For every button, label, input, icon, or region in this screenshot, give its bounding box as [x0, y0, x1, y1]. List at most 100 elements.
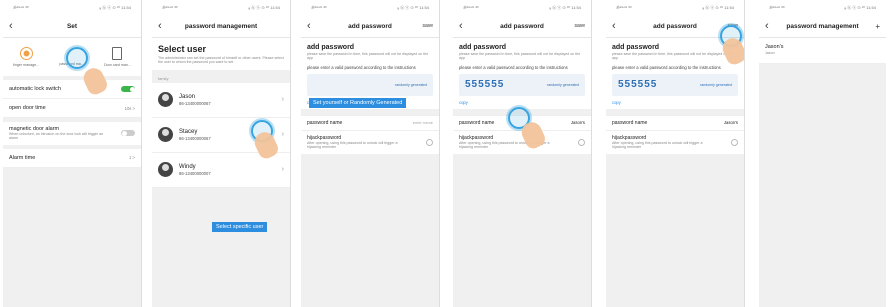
back-icon[interactable]: ‹ [307, 15, 311, 37]
back-icon[interactable]: ‹ [459, 15, 463, 37]
status-left: ॐ⁵ᴳ⁴ᴳ ⁽ᴿ⁾ [311, 4, 327, 10]
chevron-right-icon: › [281, 96, 284, 104]
password-entry-name: Jason's [765, 44, 784, 50]
copy-button[interactable]: copy [459, 100, 591, 105]
user-row-jason[interactable]: Jason 86-13400000067 › [152, 82, 290, 118]
status-left: ॐ⁵ᴳ⁴ᴳ ⁽ᴿ⁾ [162, 4, 178, 10]
screen-password-list: ॐ⁵ᴳ⁴ᴳ ⁽ᴿ⁾ ⁎ ⓑ ⓐ ⊙ ⁸⁰ 11:54 ‹ password ma… [759, 0, 886, 307]
password-name-row[interactable]: password name Jason's [606, 114, 744, 131]
group-label: family [158, 75, 169, 81]
avatar [158, 162, 173, 178]
chevron-right-icon: › [281, 166, 284, 174]
back-icon[interactable]: ‹ [158, 15, 162, 37]
alarm-time-value: 1 > [129, 155, 135, 161]
user-phone: 86-13400000067 [179, 100, 211, 106]
password-name-input[interactable]: enter name [413, 120, 433, 125]
password-list-item[interactable]: Jason's Jason [759, 38, 886, 65]
status-bar: ॐ⁵ᴳ⁴ᴳ ⁽ᴿ⁾ ⁎ ⓑ ⓐ ⊙ ⁸⁰ 11:54 [152, 0, 290, 15]
status-right: ⁎ ⓑ ⓐ ⊙ ⁸⁰ 11:54 [248, 4, 280, 10]
screen-settings: ॐ⁵ᴳ⁴ᴳ ⁽ᴿ⁾ ⁎ ⓑ ⓐ ⊙ ⁸⁰ 11:54 ‹ Set finger … [3, 0, 142, 307]
password-input[interactable]: 555555 randomly generated [459, 73, 585, 96]
hijack-toggle[interactable] [426, 138, 433, 146]
form-instructions: please enter a valid password according … [307, 64, 416, 70]
back-icon[interactable]: ‹ [9, 15, 13, 37]
open-door-row[interactable]: open door time 10s > [3, 99, 141, 118]
form-heading: add password [307, 44, 355, 51]
copy-button[interactable]: copy [612, 100, 744, 105]
user-phone: 86-13400000067 [179, 135, 211, 141]
select-user-header: Select user The administrator can set th… [152, 38, 290, 70]
hijack-row: hijackpassword After opening, using this… [606, 130, 744, 154]
set-yourself-banner: Set yourself or Randomly Generated [309, 98, 407, 108]
save-button[interactable]: save [422, 23, 433, 29]
status-bar: ॐ⁵ᴳ⁴ᴳ ⁽ᴿ⁾ ⁎ ⓑ ⓐ ⊙ ⁸⁰ 11:54 [606, 0, 744, 15]
nav-bar: ‹ add password save [453, 15, 591, 38]
status-bar: ॐ⁵ᴳ⁴ᴳ ⁽ᴿ⁾ ⁎ ⓑ ⓐ ⊙ ⁸⁰ 11:54 [759, 0, 886, 15]
form-instructions: please enter a valid password according … [612, 64, 721, 70]
alarm-time-row[interactable]: Alarm time 1 > [3, 148, 141, 168]
password-entry-user: Jason [765, 51, 775, 55]
open-door-value: 10s > [124, 105, 135, 111]
add-password-button[interactable]: + [875, 22, 880, 31]
user-phone: 86-13400000007 [179, 170, 211, 176]
screen-add-password-empty: ॐ⁵ᴳ⁴ᴳ ⁽ᴿ⁾ ⁎ ⓑ ⓐ ⊙ ⁸⁰ 11:54 ‹ add passwor… [301, 0, 440, 307]
tap-indicator [66, 47, 88, 69]
auto-lock-row: automatic lock switch [3, 80, 141, 99]
randomly-generated-button[interactable]: randomly generated [547, 83, 579, 87]
nav-bar: ‹ password management + [759, 15, 886, 38]
avatar [158, 127, 173, 143]
status-left: ॐ⁵ᴳ⁴ᴳ ⁽ᴿ⁾ [463, 4, 479, 10]
nav-bar: ‹ add password save [301, 15, 439, 38]
nav-bar: ‹ password management [152, 15, 290, 38]
password-name-input[interactable]: Jason's [571, 120, 585, 125]
hijack-desc: After opening, using this password to un… [307, 140, 398, 150]
user-name: Windy [179, 163, 196, 170]
password-name-input[interactable]: Jason's [724, 120, 738, 125]
form-heading: add password [459, 44, 507, 51]
password-name-label: password name [307, 119, 343, 126]
randomly-generated-button[interactable]: randomly generated [700, 83, 732, 87]
password-name-row[interactable]: password name enter name [301, 114, 439, 131]
select-user-heading: Select user [158, 44, 207, 54]
finger-manage-item[interactable]: finger manage... [13, 47, 39, 67]
avatar [158, 92, 173, 108]
save-button[interactable]: save [574, 23, 585, 29]
fingerprint-icon [19, 47, 33, 60]
password-input[interactable]: randomly generated [307, 73, 433, 96]
screen-add-password-save: ॐ⁵ᴳ⁴ᴳ ⁽ᴿ⁾ ⁎ ⓑ ⓐ ⊙ ⁸⁰ 11:54 ‹ add passwor… [606, 0, 745, 307]
randomly-generated-button[interactable]: randomly generated [395, 83, 427, 87]
status-left: ॐ⁵ᴳ⁴ᴳ ⁽ᴿ⁾ [13, 4, 29, 10]
status-bar: ॐ⁵ᴳ⁴ᴳ ⁽ᴿ⁾ ⁎ ⓑ ⓐ ⊙ ⁸⁰ 11:54 [453, 0, 591, 15]
finger-manage-label: finger manage... [13, 63, 40, 67]
user-row-windy[interactable]: Windy 86-13400000007 › [152, 152, 290, 188]
nav-bar: ‹ Set [3, 15, 141, 38]
user-name: Stacey [179, 128, 198, 135]
screen-select-user: ॐ⁵ᴳ⁴ᴳ ⁽ᴿ⁾ ⁎ ⓑ ⓐ ⊙ ⁸⁰ 11:54 ‹ password ma… [152, 0, 291, 307]
mag-alarm-toggle[interactable] [121, 130, 135, 137]
status-right: ⁎ ⓑ ⓐ ⊙ ⁸⁰ 11:54 [397, 4, 429, 10]
password-input[interactable]: 555555 randomly generated [612, 73, 738, 96]
chevron-right-icon: › [281, 131, 284, 139]
password-name-label: password name [459, 119, 495, 126]
auto-lock-toggle[interactable] [121, 86, 135, 92]
back-icon[interactable]: ‹ [612, 15, 616, 37]
status-right: ⁎ ⓑ ⓐ ⊙ ⁸⁰ 11:54 [844, 4, 876, 10]
hijack-toggle[interactable] [731, 138, 738, 146]
page-title: Set [66, 22, 78, 30]
add-password-form: add password please save the password in… [453, 38, 591, 109]
auto-lock-label: automatic lock switch [9, 86, 61, 92]
user-name: Jason [179, 93, 196, 100]
back-icon[interactable]: ‹ [765, 15, 769, 37]
form-desc: please save the password in time, this p… [459, 52, 581, 61]
page-title: add password [500, 22, 544, 30]
door-card-icon [112, 47, 123, 60]
mag-alarm-desc: When unlocked, an intrusion on the door … [9, 132, 104, 141]
alarm-time-label: Alarm time [9, 154, 36, 161]
status-right: ⁎ ⓑ ⓐ ⊙ ⁸⁰ 11:54 [702, 4, 734, 10]
select-user-banner: Select specific user [212, 222, 268, 232]
door-card-label: Door card man... [104, 63, 131, 67]
password-name-label: password name [612, 119, 648, 126]
page-title: add password [348, 22, 392, 30]
hijack-toggle[interactable] [578, 138, 585, 146]
door-card-item[interactable]: Door card man... [104, 47, 131, 67]
